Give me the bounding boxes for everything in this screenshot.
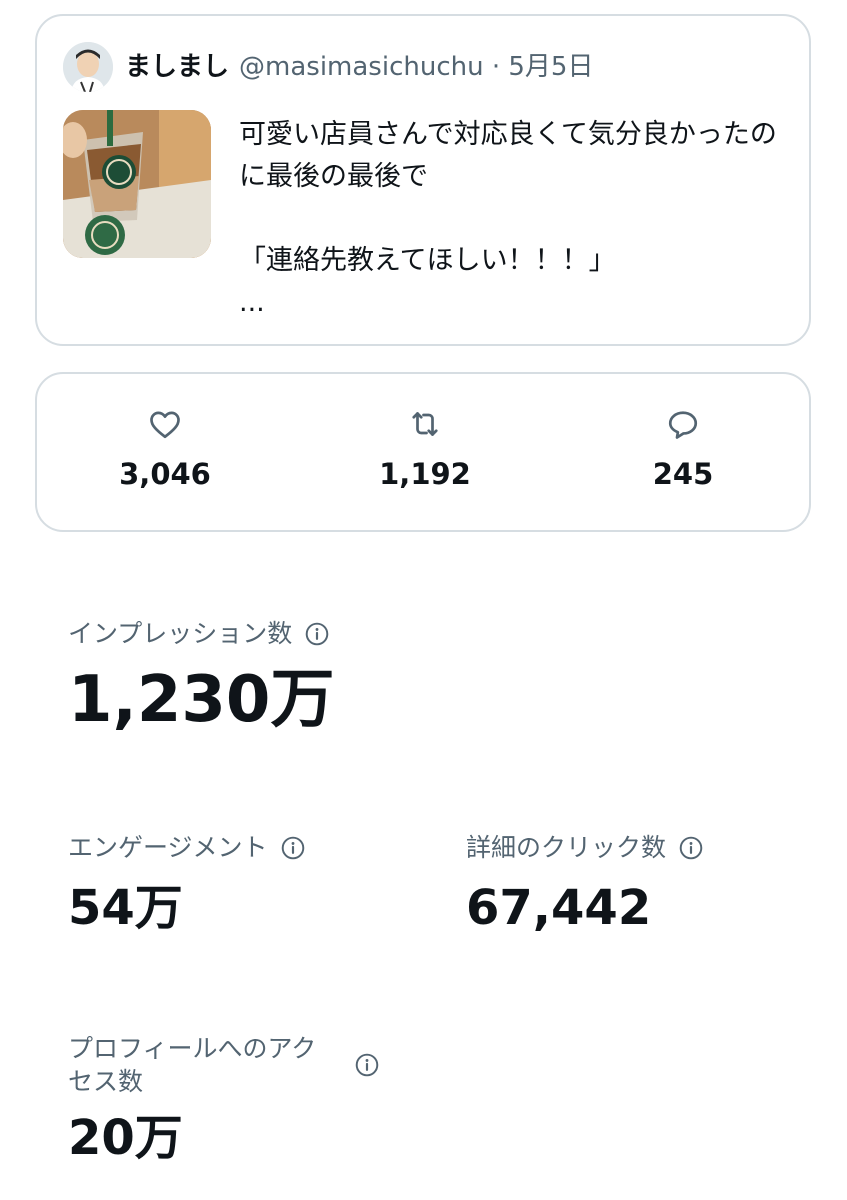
profile-visits-value: 20万 bbox=[68, 1110, 183, 1166]
tweet-text-ellipsis: ... bbox=[239, 287, 265, 318]
avatar-image bbox=[63, 42, 113, 92]
info-icon[interactable] bbox=[678, 835, 704, 861]
tweet-text-line-2: 「連絡先教えてほしい！！！」 bbox=[239, 245, 616, 276]
detail-clicks-label-row: 詳細のクリック数 bbox=[466, 832, 704, 864]
detail-clicks-metric: 詳細のクリック数 67,442 bbox=[466, 832, 704, 938]
info-icon[interactable] bbox=[280, 835, 306, 861]
impressions-value: 1,230万 bbox=[68, 663, 335, 737]
replies-count: 245 bbox=[652, 457, 714, 491]
engagements-metric: エンゲージメント 54万 bbox=[68, 832, 306, 938]
info-icon[interactable] bbox=[354, 1052, 380, 1078]
profile-visits-label: プロフィールへのアクセス数 bbox=[68, 1034, 317, 1096]
heart-icon bbox=[150, 411, 180, 439]
engagement-stats-card: 3,046 1,192 245 bbox=[35, 372, 811, 532]
avatar[interactable] bbox=[63, 42, 113, 92]
retweets-count: 1,192 bbox=[379, 457, 471, 491]
author-handle-date: @masimasichuchu · 5月5日 bbox=[239, 52, 594, 82]
tweet-author-line: ましまし @masimasichuchu · 5月5日 bbox=[125, 50, 593, 84]
tweet-card[interactable]: ましまし @masimasichuchu · 5月5日 可愛い店員さんで対応良くて… bbox=[35, 14, 811, 346]
detail-clicks-label: 詳細のクリック数 bbox=[466, 833, 667, 862]
engagements-label-row: エンゲージメント bbox=[68, 832, 306, 864]
retweet-icon bbox=[412, 412, 438, 436]
impressions-metric: インプレッション数 1,230万 bbox=[68, 618, 334, 740]
detail-clicks-value: 67,442 bbox=[466, 880, 652, 936]
info-icon[interactable] bbox=[304, 621, 330, 647]
profile-visits-label-row: プロフィールへのアクセス数 bbox=[68, 1032, 380, 1098]
likes-stat[interactable]: 3,046 bbox=[65, 406, 265, 492]
tweet-text-spacer bbox=[239, 198, 787, 240]
reply-icon bbox=[668, 411, 698, 439]
impressions-label: インプレッション数 bbox=[68, 619, 293, 648]
replies-stat[interactable]: 245 bbox=[583, 406, 783, 492]
retweets-stat[interactable]: 1,192 bbox=[325, 406, 525, 492]
profile-visits-metric: プロフィールへのアクセス数 20万 bbox=[68, 1032, 380, 1168]
tweet-text-line-1: 可愛い店員さんで対応良くて気分良かったのに最後の最後で bbox=[239, 119, 777, 192]
impressions-label-row: インプレッション数 bbox=[68, 618, 334, 650]
coffee-cup-photo bbox=[63, 110, 211, 258]
tweet-text[interactable]: 可愛い店員さんで対応良くて気分良かったのに最後の最後で 「連絡先教えてほしい！！… bbox=[239, 114, 787, 324]
tweet-image-thumbnail[interactable] bbox=[63, 110, 211, 258]
likes-count: 3,046 bbox=[119, 457, 211, 491]
engagements-label: エンゲージメント bbox=[68, 833, 268, 862]
author-name[interactable]: ましまし bbox=[125, 52, 229, 82]
engagements-value: 54万 bbox=[68, 880, 183, 936]
